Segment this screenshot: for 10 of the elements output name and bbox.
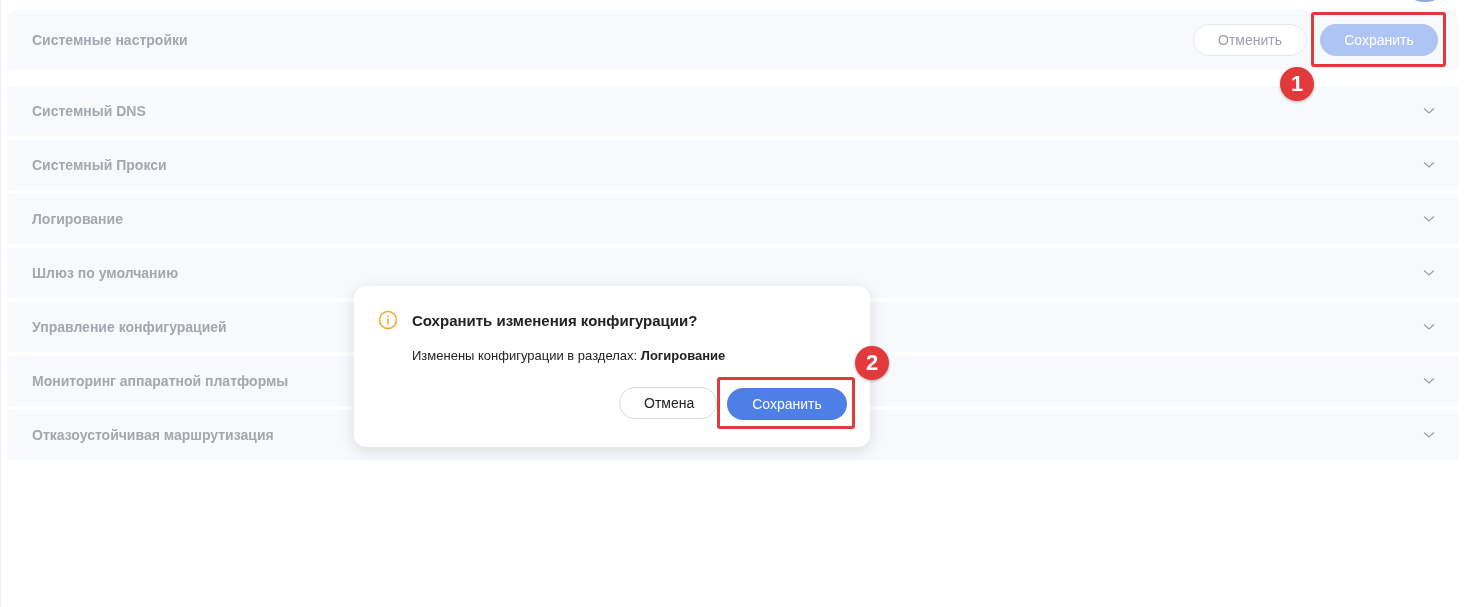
- section-title: Системный DNS: [32, 103, 146, 119]
- section-title: Логирование: [32, 211, 123, 227]
- section-title: Мониторинг аппаратной платформы: [32, 373, 289, 389]
- dialog-title: Сохранить изменения конфигурации?: [412, 311, 698, 329]
- section-title: Системный Прокси: [32, 157, 167, 173]
- page-title: Системные настройки: [32, 31, 188, 48]
- dialog-message: Изменены конфигурации в разделах: Логирование: [412, 348, 727, 363]
- section-title: Управление конфигурацией: [32, 319, 227, 335]
- section-title: Отказоустойчивая маршрутизация: [32, 427, 274, 443]
- section-title: Шлюз по умолчанию: [32, 265, 179, 281]
